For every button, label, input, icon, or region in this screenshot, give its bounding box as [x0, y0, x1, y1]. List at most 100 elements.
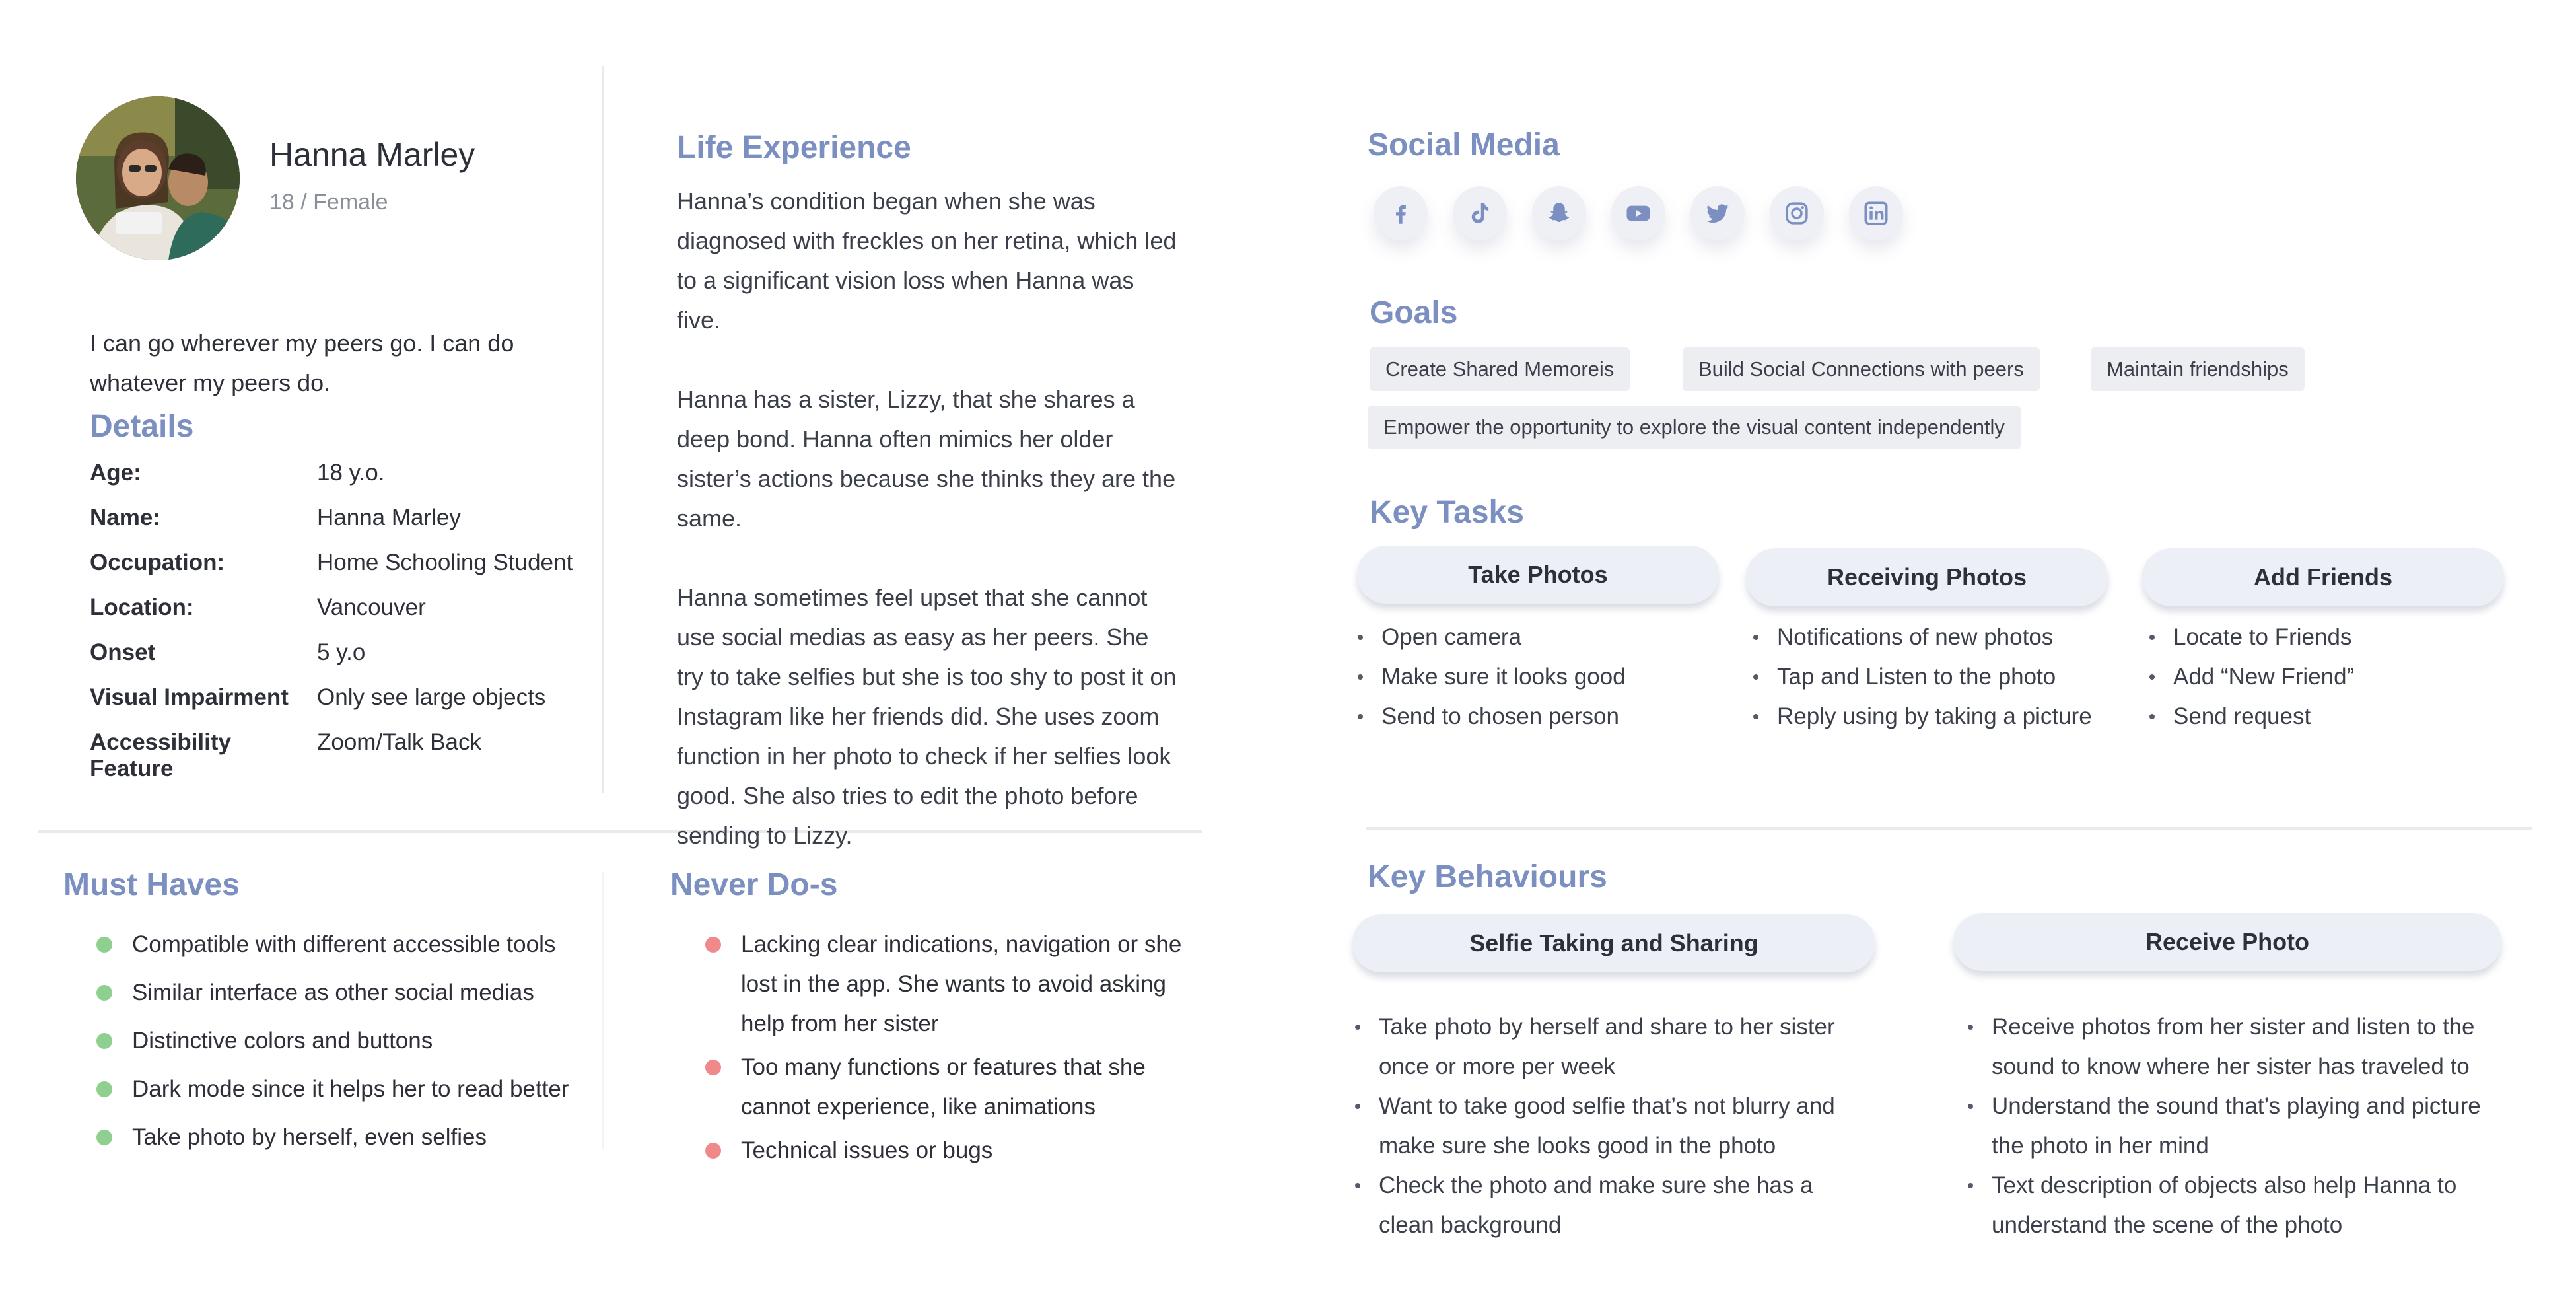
twitter-icon[interactable]: [1690, 186, 1745, 240]
persona-age-gender: 18 / Female: [269, 190, 388, 215]
snapchat-icon[interactable]: [1532, 186, 1586, 240]
bullet-icon: [2149, 635, 2155, 640]
task-item: Notifications of new photos: [1753, 618, 2092, 657]
behaviour-item: Understand the sound that’s playing and …: [1968, 1087, 2509, 1166]
details-key: Visual Impairment: [90, 684, 289, 710]
task-item: Send request: [2149, 697, 2354, 737]
key-tasks-heading: Key Tasks: [1370, 495, 1524, 530]
details-row: Visual Impairment Only see large objects: [90, 684, 573, 729]
goal-tag: Maintain friendships: [2091, 347, 2305, 391]
behaviour-item: Take photo by herself and share to her s…: [1355, 1007, 1870, 1087]
bullet-icon: [1753, 635, 1758, 640]
bullet-icon: [1753, 714, 1758, 719]
behaviour-text: Check the photo and make sure she has a …: [1379, 1172, 1813, 1238]
task-text: Make sure it looks good: [1381, 664, 1626, 690]
bullet-icon: [1358, 674, 1363, 680]
must-have-item: Similar interface as other social medias: [96, 968, 598, 1017]
must-have-item: Dark mode since it helps her to read bet…: [96, 1065, 598, 1113]
behaviour-item: Receive photos from her sister and liste…: [1968, 1007, 2509, 1087]
must-have-text: Similar interface as other social medias: [132, 979, 534, 1005]
bullet-icon: [2149, 714, 2155, 719]
never-do-text: Technical issues or bugs: [741, 1137, 993, 1163]
task-receiving-photos: Receiving Photos: [1746, 548, 2108, 606]
task-item: Make sure it looks good: [1358, 657, 1626, 697]
life-experience-heading: Life Experience: [677, 130, 911, 165]
details-value: 5 y.o: [317, 639, 366, 665]
must-have-item: Compatible with different accessible too…: [96, 920, 598, 968]
life-experience-text: Hanna’s condition began when she was dia…: [677, 182, 1179, 895]
never-dos-list: Lacking clear indications, navigation or…: [705, 925, 1194, 1174]
task-add-friends: Add Friends: [2142, 548, 2504, 606]
social-media-icons: [1374, 186, 1903, 240]
task-text: Locate to Friends: [2173, 624, 2352, 650]
task-text: Tap and Listen to the photo: [1777, 664, 2056, 690]
bullet-icon: [1968, 1104, 1973, 1109]
details-table: Age: 18 y.o. Name: Hanna Marley Occupati…: [90, 460, 573, 781]
must-have-item: Take photo by herself, even selfies: [96, 1113, 598, 1161]
never-do-text: Lacking clear indications, navigation or…: [741, 931, 1182, 1036]
persona-name: Hanna Marley: [269, 136, 475, 173]
behaviour-text: Take photo by herself and share to her s…: [1379, 1014, 1835, 1079]
bullet-icon: [1358, 714, 1363, 719]
task-item: Send to chosen person: [1358, 697, 1626, 737]
behaviour-text: Receive photos from her sister and liste…: [1992, 1014, 2475, 1079]
task-text: Open camera: [1381, 624, 1522, 650]
details-row: Onset 5 y.o: [90, 639, 573, 684]
life-experience-paragraph: Hanna has a sister, Lizzy, that she shar…: [677, 386, 1176, 532]
details-key: Age:: [90, 460, 141, 486]
tiktok-icon[interactable]: [1453, 186, 1507, 240]
green-dot-icon: [96, 1032, 112, 1049]
section-divider: [1366, 827, 2532, 830]
never-do-item: Lacking clear indications, navigation or…: [705, 925, 1194, 1044]
red-dot-icon: [705, 1143, 721, 1159]
green-dot-icon: [96, 1129, 112, 1145]
task-text: Notifications of new photos: [1777, 624, 2054, 650]
life-experience-paragraph: Hanna’s condition began when she was dia…: [677, 188, 1177, 334]
details-key: Onset: [90, 639, 156, 665]
task-item: Reply using by taking a picture: [1753, 697, 2092, 737]
facebook-icon[interactable]: [1374, 186, 1428, 240]
key-behaviours-heading: Key Behaviours: [1368, 859, 1607, 894]
details-value: Home Schooling Student: [317, 550, 573, 575]
selfie-sharing-list: Take photo by herself and share to her s…: [1355, 1007, 1870, 1245]
add-friends-list: Locate to Friends Add “New Friend” Send …: [2149, 618, 2354, 737]
red-dot-icon: [705, 937, 721, 953]
task-item: Open camera: [1358, 618, 1626, 657]
instagram-icon[interactable]: [1770, 186, 1824, 240]
never-do-item: Technical issues or bugs: [705, 1131, 1194, 1171]
details-heading: Details: [90, 409, 194, 444]
green-dot-icon: [96, 984, 112, 1001]
behaviour-text: Want to take good selfie that’s not blur…: [1379, 1093, 1835, 1159]
receiving-photos-list: Notifications of new photos Tap and List…: [1753, 618, 2092, 737]
behaviour-item: Text description of objects also help Ha…: [1968, 1166, 2509, 1245]
bullet-icon: [1968, 1025, 1973, 1030]
task-text: Reply using by taking a picture: [1777, 703, 2092, 729]
goal-tag: Empower the opportunity to explore the v…: [1368, 406, 2021, 449]
details-row: Occupation: Home Schooling Student: [90, 550, 573, 595]
must-haves-heading: Must Haves: [63, 867, 240, 902]
details-row: Accessibility Feature Zoom/Talk Back: [90, 729, 573, 781]
behaviour-receive-photo: Receive Photo: [1953, 913, 2501, 971]
red-dot-icon: [705, 1060, 721, 1075]
behaviour-selfie-sharing: Selfie Taking and Sharing: [1352, 914, 1875, 972]
details-value: 18 y.o.: [317, 460, 385, 486]
behaviour-item: Want to take good selfie that’s not blur…: [1355, 1087, 1870, 1166]
behaviour-text: Text description of objects also help Ha…: [1992, 1172, 2457, 1238]
column-divider: [602, 872, 604, 1149]
linkedin-icon[interactable]: [1849, 186, 1903, 240]
column-divider: [602, 66, 604, 793]
details-row: Age: 18 y.o.: [90, 460, 573, 505]
green-dot-icon: [96, 1081, 112, 1097]
life-experience-paragraph: Hanna sometimes feel upset that she cann…: [677, 584, 1177, 849]
task-item: Add “New Friend”: [2149, 657, 2354, 697]
youtube-icon[interactable]: [1611, 186, 1665, 240]
bullet-icon: [1968, 1183, 1973, 1188]
details-key: Occupation:: [90, 550, 225, 575]
must-have-text: Distinctive colors and buttons: [132, 1027, 433, 1054]
goal-tag: Create Shared Memoreis: [1370, 347, 1630, 391]
bullet-icon: [1355, 1183, 1360, 1188]
details-row: Name: Hanna Marley: [90, 505, 573, 550]
never-do-text: Too many functions or features that she …: [741, 1054, 1146, 1120]
social-media-heading: Social Media: [1368, 127, 1560, 162]
must-have-text: Dark mode since it helps her to read bet…: [132, 1075, 569, 1102]
